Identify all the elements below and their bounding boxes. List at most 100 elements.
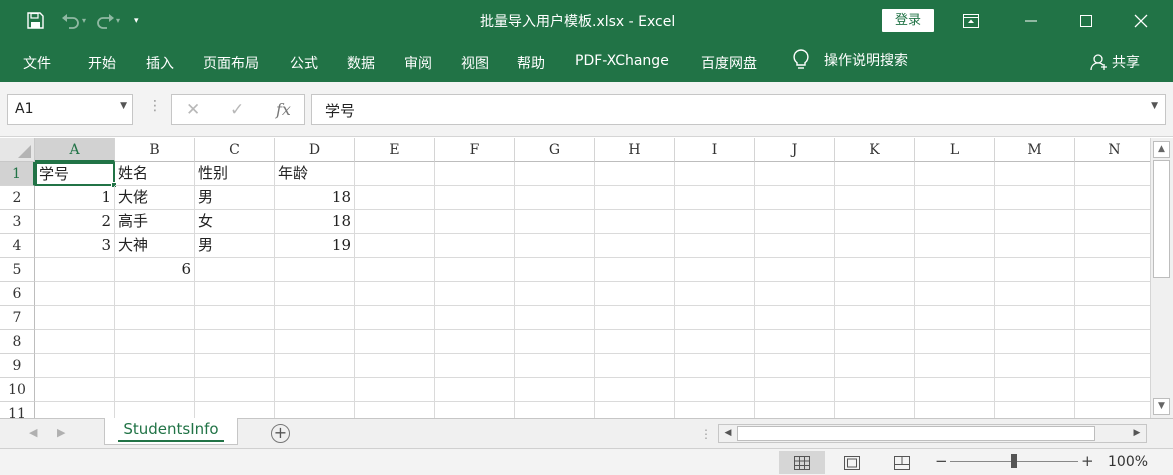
cell-b4[interactable]: 大神 xyxy=(115,234,195,258)
share-button[interactable]: 共享 xyxy=(1090,52,1140,72)
column-header-g[interactable]: G xyxy=(515,138,595,162)
cell-d10[interactable] xyxy=(275,378,355,402)
column-header-e[interactable]: E xyxy=(355,138,435,162)
cell-m8[interactable] xyxy=(995,330,1075,354)
cell-a10[interactable] xyxy=(35,378,115,402)
add-sheet-icon[interactable]: + xyxy=(271,424,290,443)
cell-d11[interactable] xyxy=(275,402,355,418)
tab-help[interactable]: 帮助 xyxy=(517,53,545,73)
cell-m7[interactable] xyxy=(995,306,1075,330)
cell-a1[interactable]: 学号 xyxy=(35,162,115,186)
cell-l6[interactable] xyxy=(915,282,995,306)
normal-view-button[interactable] xyxy=(779,451,825,474)
insert-function-icon[interactable]: fx xyxy=(276,100,291,119)
cell-e2[interactable] xyxy=(355,186,435,210)
tab-pdf-xchange[interactable]: PDF-XChange xyxy=(575,53,669,69)
cell-i10[interactable] xyxy=(675,378,755,402)
cell-a3[interactable]: 2 xyxy=(35,210,115,234)
cell-d2[interactable]: 18 xyxy=(275,186,355,210)
cell-l5[interactable] xyxy=(915,258,995,282)
cell-e8[interactable] xyxy=(355,330,435,354)
chevron-down-icon[interactable]: ▼ xyxy=(120,101,127,111)
cell-f9[interactable] xyxy=(435,354,515,378)
cell-h4[interactable] xyxy=(595,234,675,258)
column-header-b[interactable]: B xyxy=(115,138,195,162)
column-header-d[interactable]: D xyxy=(275,138,355,162)
cell-d6[interactable] xyxy=(275,282,355,306)
row-header-7[interactable]: 7 xyxy=(0,306,35,330)
tab-split-handle-icon[interactable]: ⋮ xyxy=(700,427,712,441)
page-layout-view-button[interactable] xyxy=(829,451,875,474)
cell-c11[interactable] xyxy=(195,402,275,418)
tab-review[interactable]: 审阅 xyxy=(404,53,432,73)
tab-baidu-netdisk[interactable]: 百度网盘 xyxy=(701,53,757,73)
vertical-scroll-thumb[interactable] xyxy=(1153,160,1170,278)
column-header-c[interactable]: C xyxy=(195,138,275,162)
cell-a6[interactable] xyxy=(35,282,115,306)
cell-l2[interactable] xyxy=(915,186,995,210)
enter-formula-icon[interactable]: ✓ xyxy=(230,100,244,120)
scroll-up-icon[interactable]: ▲ xyxy=(1153,141,1170,158)
column-header-h[interactable]: H xyxy=(595,138,675,162)
cell-j2[interactable] xyxy=(755,186,835,210)
maximize-button[interactable] xyxy=(1063,0,1109,41)
cell-h1[interactable] xyxy=(595,162,675,186)
row-header-10[interactable]: 10 xyxy=(0,378,35,402)
cell-n4[interactable] xyxy=(1075,234,1150,258)
cell-a2[interactable]: 1 xyxy=(35,186,115,210)
cell-i5[interactable] xyxy=(675,258,755,282)
row-header-5[interactable]: 5 xyxy=(0,258,35,282)
cell-g8[interactable] xyxy=(515,330,595,354)
cell-m10[interactable] xyxy=(995,378,1075,402)
row-header-2[interactable]: 2 xyxy=(0,186,35,210)
cell-h5[interactable] xyxy=(595,258,675,282)
cell-h11[interactable] xyxy=(595,402,675,418)
cell-j4[interactable] xyxy=(755,234,835,258)
cell-l1[interactable] xyxy=(915,162,995,186)
cell-l8[interactable] xyxy=(915,330,995,354)
scroll-down-icon[interactable]: ▼ xyxy=(1153,398,1170,415)
row-header-11[interactable]: 11 xyxy=(0,402,35,418)
cell-i6[interactable] xyxy=(675,282,755,306)
scroll-left-icon[interactable]: ◀ xyxy=(720,426,736,441)
cell-h10[interactable] xyxy=(595,378,675,402)
name-box[interactable]: A1 ▼ xyxy=(7,94,133,125)
cell-h7[interactable] xyxy=(595,306,675,330)
tab-data[interactable]: 数据 xyxy=(347,53,375,73)
cell-j8[interactable] xyxy=(755,330,835,354)
cell-c4[interactable]: 男 xyxy=(195,234,275,258)
column-header-n[interactable]: N xyxy=(1075,138,1150,162)
cell-b8[interactable] xyxy=(115,330,195,354)
cell-n3[interactable] xyxy=(1075,210,1150,234)
cell-h2[interactable] xyxy=(595,186,675,210)
minimize-button[interactable] xyxy=(1008,0,1054,41)
zoom-level[interactable]: 100% xyxy=(1108,454,1148,470)
cell-g2[interactable] xyxy=(515,186,595,210)
horizontal-scrollbar[interactable]: ◀ ▶ xyxy=(718,424,1147,443)
formula-input[interactable]: 学号 ▼ xyxy=(311,94,1166,125)
drag-handle-icon[interactable]: ⋮ xyxy=(148,98,162,114)
close-button[interactable] xyxy=(1118,0,1164,41)
cell-g9[interactable] xyxy=(515,354,595,378)
cell-f11[interactable] xyxy=(435,402,515,418)
redo-button[interactable] xyxy=(92,8,118,34)
row-header-9[interactable]: 9 xyxy=(0,354,35,378)
cell-g11[interactable] xyxy=(515,402,595,418)
zoom-slider-thumb[interactable] xyxy=(1011,454,1017,468)
cell-n6[interactable] xyxy=(1075,282,1150,306)
cell-a9[interactable] xyxy=(35,354,115,378)
next-sheet-icon[interactable]: ▶ xyxy=(57,426,65,439)
tab-formulas[interactable]: 公式 xyxy=(290,53,318,73)
cell-n9[interactable] xyxy=(1075,354,1150,378)
tab-view[interactable]: 视图 xyxy=(461,53,489,73)
expand-formula-icon[interactable]: ▼ xyxy=(1151,101,1158,111)
cell-i1[interactable] xyxy=(675,162,755,186)
row-header-4[interactable]: 4 xyxy=(0,234,35,258)
column-header-k[interactable]: K xyxy=(835,138,915,162)
horizontal-scroll-thumb[interactable] xyxy=(737,426,1095,441)
cell-j3[interactable] xyxy=(755,210,835,234)
cell-a8[interactable] xyxy=(35,330,115,354)
cell-l4[interactable] xyxy=(915,234,995,258)
cell-h9[interactable] xyxy=(595,354,675,378)
login-button[interactable]: 登录 xyxy=(882,9,934,32)
